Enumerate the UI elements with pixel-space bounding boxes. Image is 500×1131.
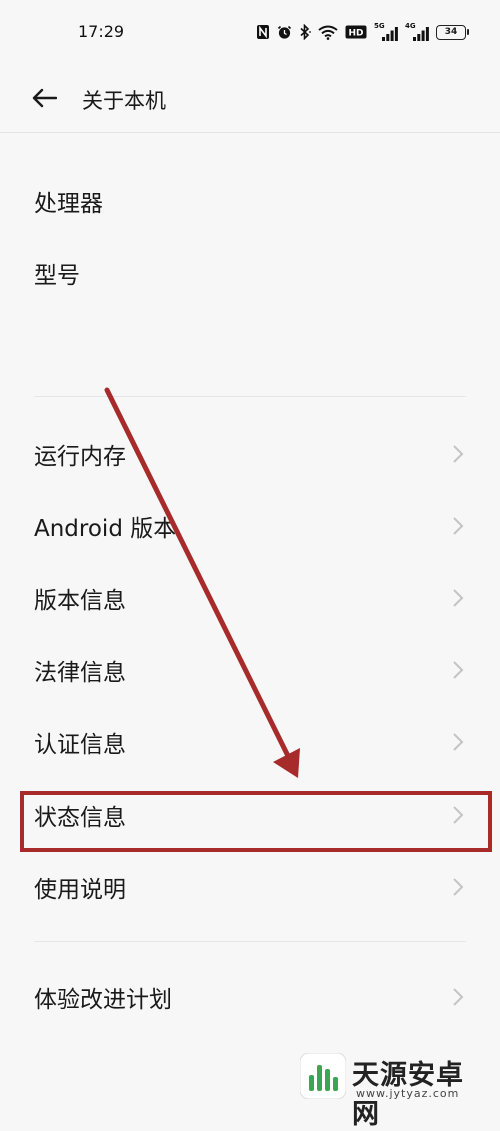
top-app-bar: 关于本机 — [0, 62, 500, 132]
menu-item-experience-improvement[interactable]: 体验改进计划 — [0, 961, 500, 1033]
watermark-url: www.jytyaz.com — [356, 1087, 460, 1100]
chevron-right-icon — [453, 733, 464, 751]
alarm-icon — [277, 25, 292, 39]
wifi-icon — [318, 25, 338, 40]
menu-item-label: 法律信息 — [34, 660, 126, 686]
menu-item-user-guide[interactable]: 使用说明 — [0, 851, 500, 923]
menu-item-legal-info[interactable]: 法律信息 — [0, 634, 500, 706]
signal-bars-icon — [413, 27, 429, 41]
menu-item-certification-info[interactable]: 认证信息 — [0, 706, 500, 778]
menu-item-android-version[interactable]: Android 版本 — [0, 490, 500, 562]
menu-item-ram[interactable]: 运行内存 — [0, 418, 500, 490]
signal-bars-icon — [382, 27, 398, 41]
status-time: 17:29 — [78, 22, 125, 41]
signal-5g: 5G — [374, 23, 398, 41]
battery-icon: 34 — [436, 24, 469, 40]
header-divider — [0, 132, 500, 133]
back-button[interactable] — [24, 80, 64, 116]
status-bar: 17:29 HD 5G 4G 34 — [0, 0, 500, 62]
section-divider — [34, 941, 466, 942]
bluetooth-icon — [300, 24, 311, 40]
model-label: 型号 — [34, 263, 80, 289]
chevron-right-icon — [453, 878, 464, 896]
chevron-right-icon — [453, 517, 464, 535]
menu-item-label: 使用说明 — [34, 877, 126, 903]
watermark-logo-icon — [300, 1053, 346, 1099]
menu-item-label: 体验改进计划 — [34, 987, 172, 1013]
menu-item-version-info[interactable]: 版本信息 — [0, 562, 500, 634]
chevron-right-icon — [453, 988, 464, 1006]
nfc-icon — [257, 25, 269, 39]
battery-level: 34 — [444, 26, 458, 37]
hd-voice-icon: HD — [345, 25, 367, 39]
menu-item-label: 运行内存 — [34, 444, 126, 470]
section-divider — [34, 396, 466, 397]
processor-label: 处理器 — [34, 191, 103, 217]
highlight-box — [20, 791, 492, 852]
chevron-right-icon — [453, 589, 464, 607]
chevron-right-icon — [453, 661, 464, 679]
watermark: 天源安卓网 www.jytyaz.com — [300, 1049, 490, 1130]
signal-4g: 4G — [405, 23, 429, 41]
page-title: 关于本机 — [82, 89, 166, 113]
menu-item-label: Android 版本 — [34, 516, 177, 542]
arrow-left-icon — [32, 88, 57, 108]
status-icons: HD 5G 4G 34 — [256, 22, 469, 42]
hd-badge-text: HD — [348, 29, 363, 39]
menu-item-label: 认证信息 — [34, 732, 126, 758]
chevron-right-icon — [453, 445, 464, 463]
menu-item-label: 版本信息 — [34, 588, 126, 614]
